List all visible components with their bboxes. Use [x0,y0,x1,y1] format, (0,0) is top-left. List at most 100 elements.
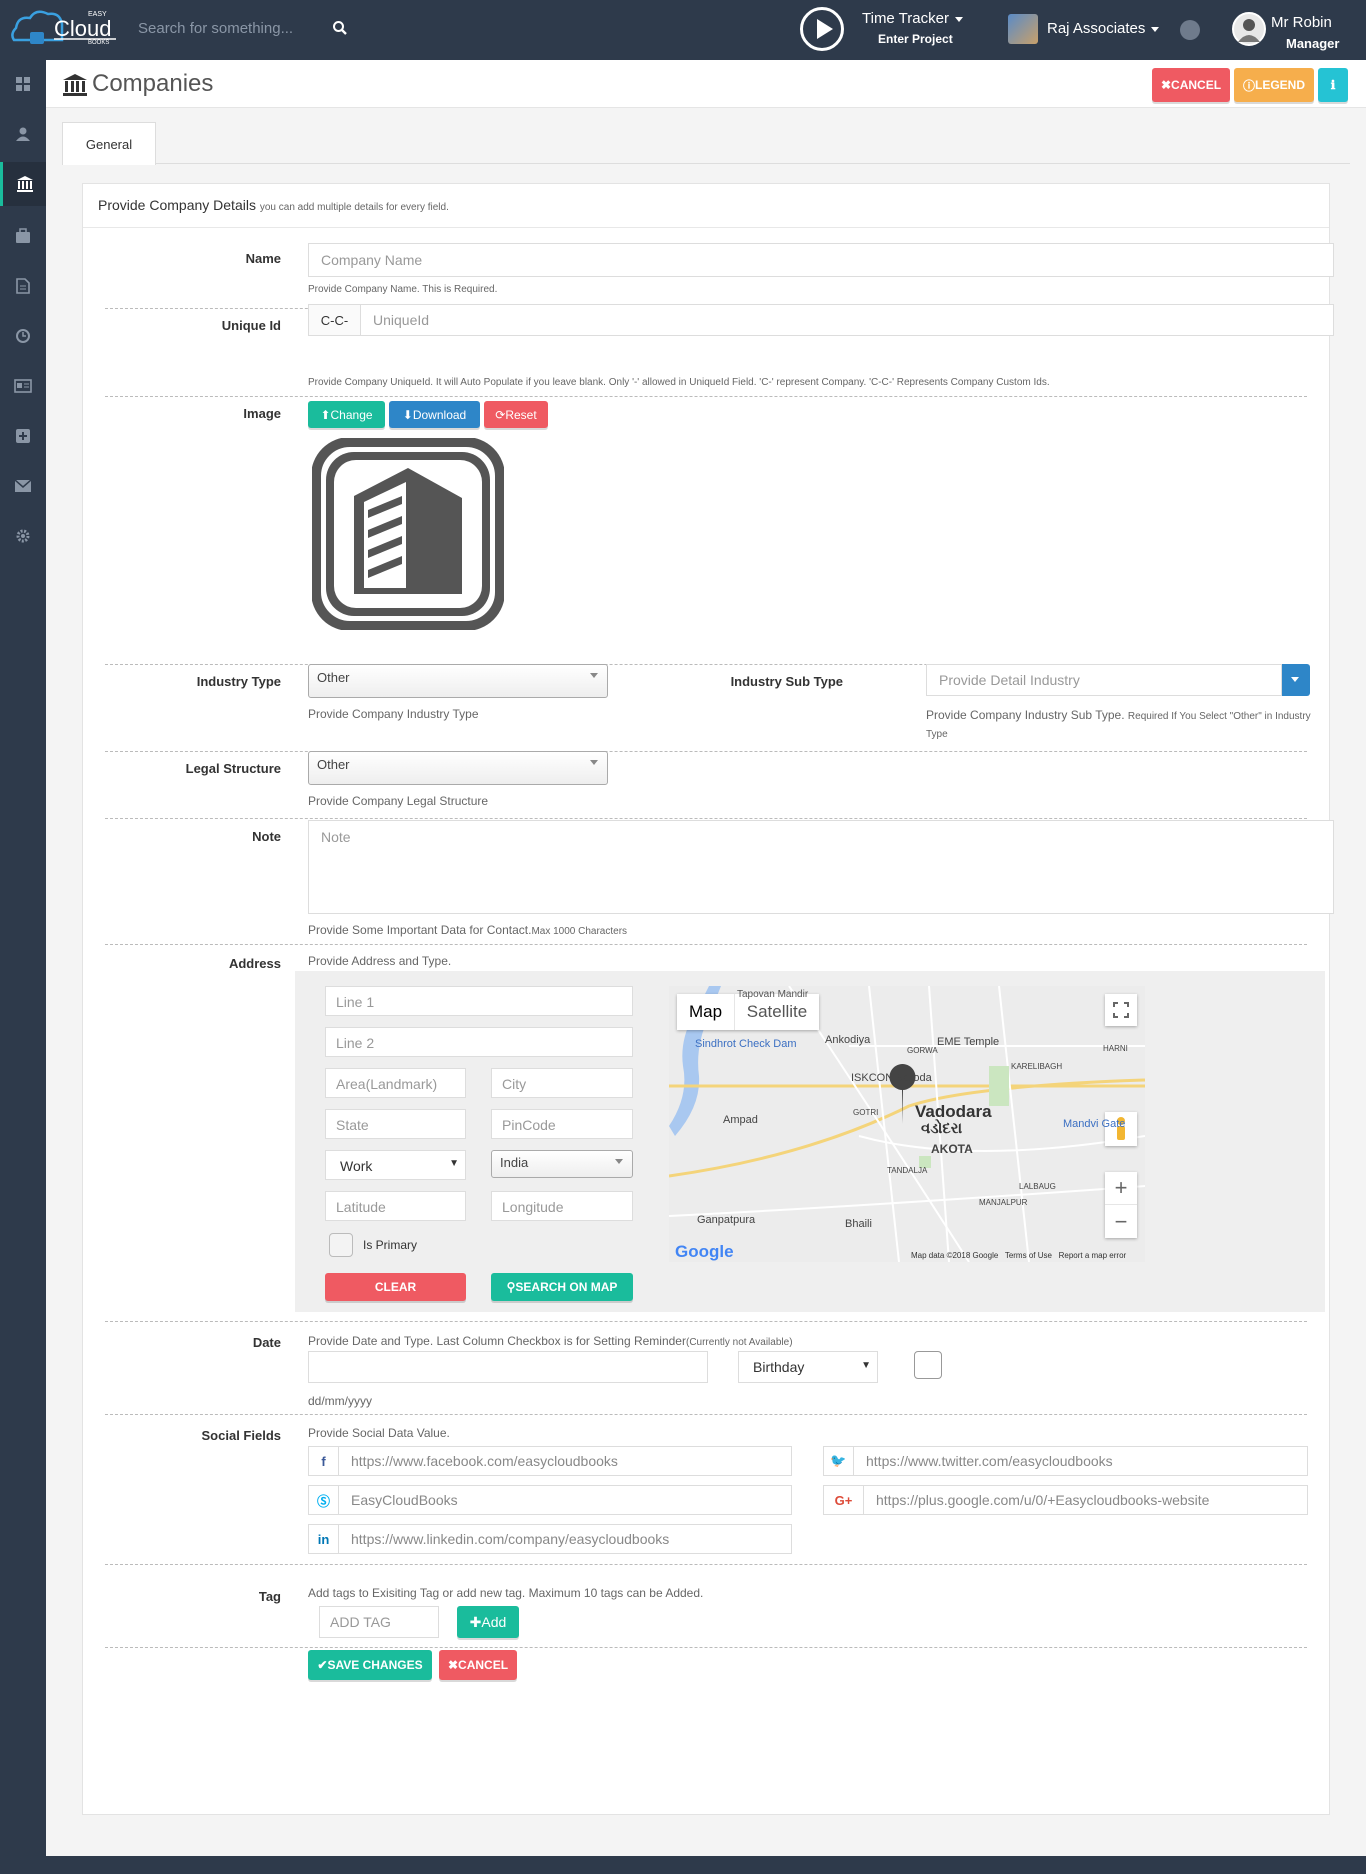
caret-down-icon [1291,677,1299,682]
line2-input[interactable]: Line 2 [325,1027,633,1057]
page-title: Companies [92,70,214,97]
latitude-input[interactable]: Latitude [325,1191,466,1221]
social-fields-label: Social Fields [201,1428,281,1443]
card-icon[interactable] [0,366,46,406]
industry-sub-type-input[interactable]: Provide Detail Industry [926,664,1282,696]
facebook-value: https://www.facebook.com/easycloudbooks [351,1453,618,1469]
clear-button[interactable]: CLEAR [325,1273,466,1301]
google-plus-field[interactable]: G+ https://plus.google.com/u/0/+Easycloud… [823,1485,1308,1515]
fullscreen-icon[interactable] [1105,994,1137,1026]
note-hint-small: Max 1000 Characters [531,926,628,937]
area-input[interactable]: Area(Landmark) [325,1068,466,1098]
search-icon[interactable] [332,20,348,36]
search-input[interactable]: Search for something... [138,20,293,37]
unique-id-input[interactable]: UniqueId [373,312,429,328]
zoom-controls: + − [1105,1172,1137,1238]
linkedin-field[interactable]: in https://www.linkedin.com/company/easyc… [308,1524,792,1554]
map-footer[interactable]: Map data ©2018 Google Terms of Use Repor… [911,1251,1126,1260]
divider [105,944,1307,945]
reminder-checkbox[interactable] [914,1351,942,1379]
cancel-button[interactable]: ✖ CANCEL [1152,68,1230,102]
divider [105,1414,1307,1415]
reset-image-button[interactable]: ⟳ Reset [484,401,548,428]
city-input[interactable]: City [491,1068,633,1098]
gear-icon[interactable] [0,516,46,556]
industry-type-label: Industry Type [196,674,281,689]
easycloudbooks-logo[interactable]: Cloud EASY BOOKS [8,6,118,52]
industry-sub-type-hint-text: Provide Company Industry Sub Type. [926,708,1125,722]
panel-title: Provide Company Details [98,197,256,213]
download-image-button[interactable]: ⬇ Download [389,401,480,428]
time-tracker-dropdown[interactable]: Time Tracker [862,10,963,27]
longitude-input[interactable]: Longitude [491,1191,633,1221]
reset-label: Reset [505,407,537,422]
panel-heading: Provide Company Details you can add mult… [83,184,1329,228]
user-role: Manager [1286,36,1340,51]
caret-down-icon [1151,26,1160,32]
add-tag-input[interactable]: ADD TAG [319,1606,439,1638]
save-changes-button[interactable]: ✔ SAVE CHANGES [308,1650,432,1680]
document-icon[interactable] [0,266,46,306]
play-icon[interactable] [800,7,844,51]
address-type-select[interactable]: Work ▼ [325,1150,466,1180]
facebook-field[interactable]: f https://www.facebook.com/easycloudbooks [308,1446,792,1476]
bank-icon[interactable] [0,162,46,206]
company-logo [1008,14,1038,44]
company-name-input[interactable]: Company Name [308,243,1334,277]
briefcase-icon[interactable] [0,216,46,256]
note-textarea[interactable]: Note [308,820,1334,914]
enter-project-link[interactable]: Enter Project [878,32,953,46]
note-hint: Provide Some Important Data for Contact.… [308,923,627,937]
caret-down-icon: ▼ [861,1360,871,1371]
legal-structure-label: Legal Structure [185,761,281,776]
name-label: Name [245,251,281,266]
social-hint: Provide Social Data Value. [308,1426,450,1440]
search-on-map-button[interactable]: ⚲ SEARCH ON MAP [491,1273,633,1301]
info-button[interactable]: ℹ [1318,68,1348,102]
map-tab[interactable]: Map [677,994,735,1030]
state-input[interactable]: State [325,1109,466,1139]
date-hint-small: (Currently not Available) [685,1337,793,1348]
line1-input[interactable]: Line 1 [325,986,633,1016]
country-select[interactable]: India [491,1150,633,1178]
pincode-input[interactable]: PinCode [491,1109,633,1139]
date-type-select[interactable]: Birthday ▼ [738,1351,878,1383]
user-name[interactable]: Mr Robin [1271,14,1332,31]
is-primary-checkbox[interactable] [329,1233,353,1257]
note-hint-text: Provide Some Important Data for Contact. [308,923,532,937]
skype-icon: Ⓢ [309,1486,339,1514]
time-tracker-label: Time Tracker [862,10,949,27]
plus-square-icon[interactable] [0,416,46,456]
date-input[interactable] [308,1351,708,1383]
envelope-icon[interactable] [0,466,46,506]
industry-sub-type-dropdown[interactable] [1282,664,1310,696]
linkedin-icon: in [309,1525,339,1553]
map-view[interactable]: Map Satellite + − Tapovan Mandir Sindhro… [669,986,1145,1262]
clock-icon[interactable] [0,316,46,356]
tab-bar: General [62,122,1350,165]
google-logo: Google [675,1242,734,1261]
divider [105,396,1307,397]
tab-general[interactable]: General [62,122,156,165]
avatar[interactable] [1232,12,1266,46]
twitter-field[interactable]: 🐦 https://www.twitter.com/easycloudbooks [823,1446,1308,1476]
user-icon[interactable] [0,114,46,154]
change-image-button[interactable]: ⬆ Change [308,401,385,428]
map-place: Ampad [723,1114,758,1126]
skype-field[interactable]: Ⓢ EasyCloudBooks [308,1485,792,1515]
zoom-out-button[interactable]: − [1105,1205,1137,1238]
add-tag-button[interactable]: ✚ Add [457,1606,519,1638]
cancel-label: CANCEL [1171,78,1222,92]
map-place: Ganpatpura [697,1214,756,1226]
dashboard-icon[interactable] [0,64,46,104]
industry-type-select[interactable]: Other [308,664,608,698]
legend-button[interactable]: ⓘ LEGEND [1234,68,1314,102]
form-cancel-button[interactable]: ✖ CANCEL [439,1650,517,1680]
zoom-in-button[interactable]: + [1105,1172,1137,1205]
change-label: Change [330,407,373,422]
company-switcher[interactable]: Raj Associates [1047,20,1160,37]
map-place: HARNI [1103,1044,1128,1053]
panel-subtitle: you can add multiple details for every f… [259,202,449,213]
legal-structure-select[interactable]: Other [308,751,608,785]
globe-icon[interactable] [1180,20,1200,40]
